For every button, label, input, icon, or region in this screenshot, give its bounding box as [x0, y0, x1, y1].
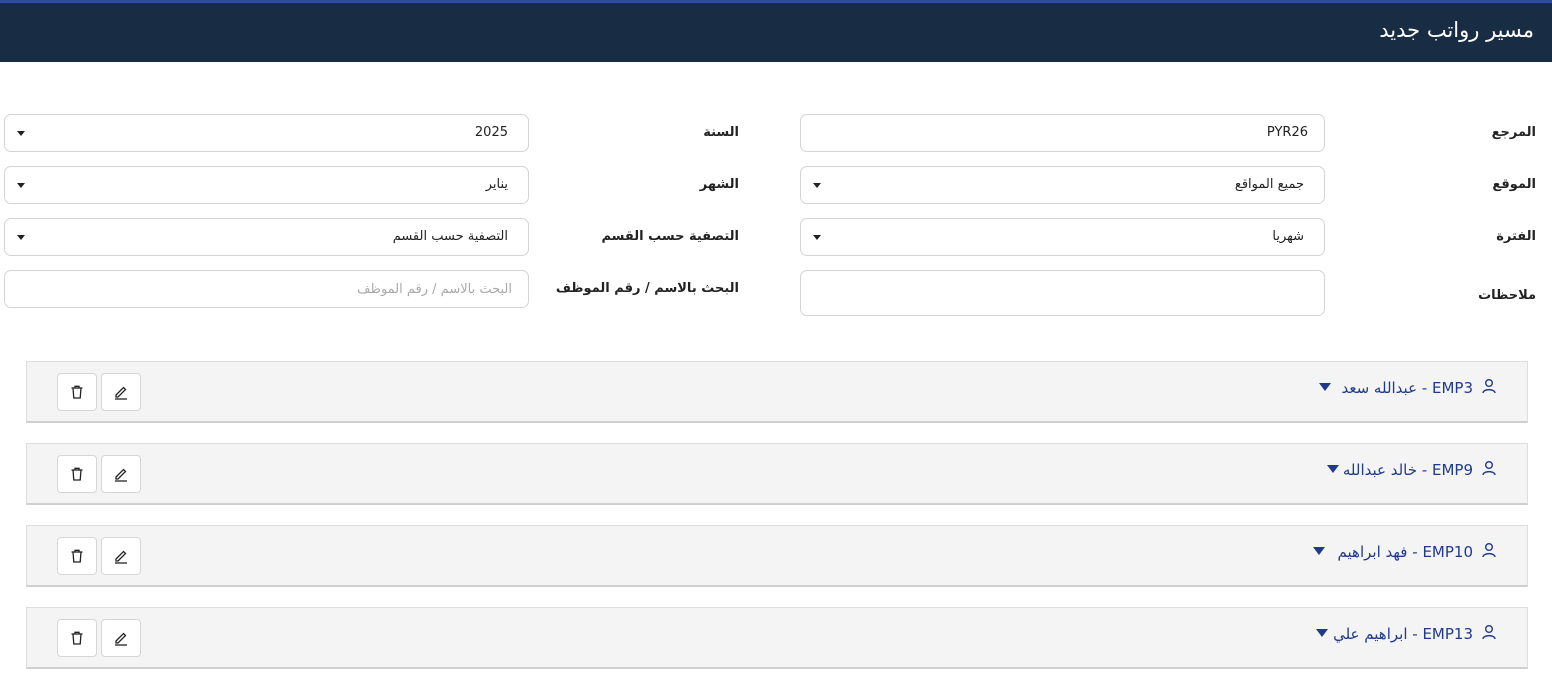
year-value: 2025 — [474, 125, 508, 140]
notes-label: ملاحظات — [1478, 288, 1536, 303]
trash-icon — [71, 385, 83, 399]
location-value: جميع المواقع — [1234, 177, 1304, 192]
trash-icon — [71, 467, 83, 481]
delete-button[interactable] — [57, 619, 97, 657]
location-select[interactable]: جميع المواقع — [800, 166, 1325, 204]
employee-row[interactable]: EMP13 - ابراهيم علي — [26, 607, 1528, 669]
edit-button[interactable] — [101, 373, 141, 411]
month-select[interactable]: يناير — [4, 166, 529, 204]
employee-row[interactable]: EMP10 - فهد ابراهيم — [26, 525, 1528, 587]
caret-down-icon — [813, 235, 821, 240]
caret-down-icon — [17, 131, 25, 136]
month-label: الشهر — [699, 177, 739, 192]
reference-value: PYR26 — [1266, 125, 1308, 140]
pencil-icon — [115, 632, 127, 646]
caret-down-icon[interactable] — [1316, 629, 1328, 637]
person-icon — [1482, 543, 1496, 558]
notes-field[interactable] — [800, 270, 1325, 316]
reference-label: المرجع — [1491, 125, 1536, 140]
page-header: مسير رواتب جديد — [0, 0, 1552, 62]
search-input[interactable] — [5, 271, 528, 307]
department-filter-select[interactable]: التصفية حسب القسم — [4, 218, 529, 256]
period-label: الفترة — [1496, 229, 1536, 244]
delete-button[interactable] — [57, 455, 97, 493]
caret-down-icon — [17, 235, 25, 240]
pencil-icon — [115, 386, 127, 400]
page-title: مسير رواتب جديد — [1379, 18, 1534, 42]
search-label: البحث بالاسم / رقم الموظف — [555, 281, 739, 296]
employee-row[interactable]: EMP9 - خالد عبدالله — [26, 443, 1528, 505]
pencil-icon — [115, 550, 127, 564]
reference-field[interactable]: PYR26 — [800, 114, 1325, 152]
employee-name[interactable]: EMP10 - فهد ابراهيم — [1338, 543, 1473, 561]
employee-name[interactable]: EMP13 - ابراهيم علي — [1333, 625, 1473, 643]
caret-down-icon[interactable] — [1327, 465, 1339, 473]
delete-button[interactable] — [57, 373, 97, 411]
employee-row[interactable]: EMP3 - عبدالله سعد — [26, 361, 1528, 423]
edit-button[interactable] — [101, 455, 141, 493]
caret-down-icon — [17, 183, 25, 188]
month-value: يناير — [485, 177, 508, 192]
person-icon — [1482, 461, 1496, 476]
location-label: الموقع — [1492, 177, 1536, 192]
caret-down-icon — [813, 183, 821, 188]
person-icon — [1482, 379, 1496, 394]
period-value: شهريا — [1272, 229, 1304, 244]
pencil-icon — [115, 468, 127, 482]
trash-icon — [71, 549, 83, 563]
period-select[interactable]: شهريا — [800, 218, 1325, 256]
year-select[interactable]: 2025 — [4, 114, 529, 152]
employee-name[interactable]: EMP9 - خالد عبدالله — [1343, 461, 1473, 479]
employee-name[interactable]: EMP3 - عبدالله سعد — [1341, 379, 1473, 397]
department-filter-value: التصفية حسب القسم — [392, 229, 508, 244]
department-filter-label: التصفية حسب القسم — [601, 229, 739, 244]
trash-icon — [71, 631, 83, 645]
year-label: السنة — [703, 125, 739, 140]
caret-down-icon[interactable] — [1319, 383, 1331, 391]
delete-button[interactable] — [57, 537, 97, 575]
caret-down-icon[interactable] — [1313, 547, 1325, 555]
edit-button[interactable] — [101, 619, 141, 657]
search-field[interactable] — [4, 270, 529, 308]
person-icon — [1482, 625, 1496, 640]
edit-button[interactable] — [101, 537, 141, 575]
